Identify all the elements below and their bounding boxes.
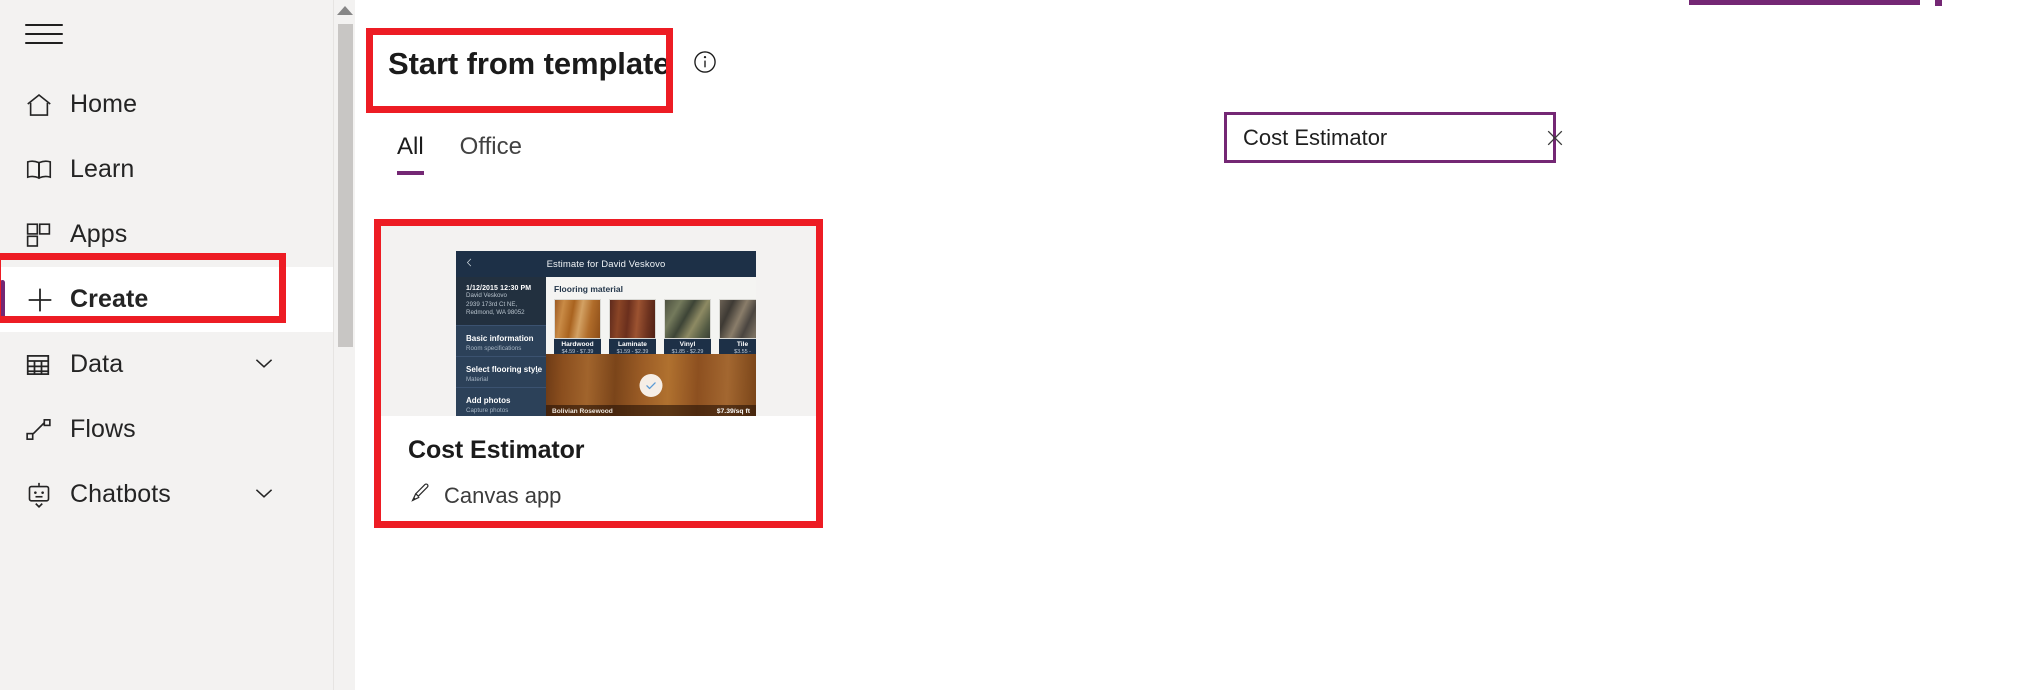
material-swatch: Vinyl $1.85 - $2.29 [664, 299, 711, 359]
sidebar-item-create[interactable]: Create [0, 267, 355, 332]
preview-app-bar-title: Estimate for David Veskovo [546, 258, 666, 270]
top-accent-bar [1689, 0, 1920, 5]
preview-photo-caption: Bolivian Rosewood $7.39/sq ft [546, 405, 756, 416]
pen-brush-icon [408, 481, 432, 510]
template-search-box[interactable] [1224, 112, 1563, 163]
preview-materials-heading: Flooring material [554, 284, 623, 294]
material-name: Hardwood [561, 341, 594, 348]
tab-label: Office [459, 133, 522, 160]
template-card-cost-estimator[interactable]: Estimate for David Veskovo 1/12/2015 12:… [381, 226, 816, 521]
hamburger-menu-icon[interactable] [20, 12, 68, 56]
selected-indicator [0, 279, 5, 320]
app-root: Home Learn Apps Create Data Flows Chatbo… [0, 0, 2025, 690]
preview-customer-details: 1/12/2015 12:30 PM David Veskovo 2939 17… [456, 277, 546, 325]
info-circle-icon[interactable] [692, 49, 718, 80]
template-thumbnail: Estimate for David Veskovo 1/12/2015 12:… [381, 226, 816, 416]
table-icon [24, 345, 70, 385]
preview-section-subtitle: Capture photos [466, 407, 509, 414]
tab-label: All [397, 133, 424, 160]
preview-photo-price: $7.39/sq ft [716, 407, 750, 415]
template-card-subtitle-row: Canvas app [408, 481, 816, 510]
preview-material-swatches: Hardwood $4.59 - $7.39 Laminate $1.59 - … [546, 299, 756, 359]
chevron-right-icon: › [535, 366, 539, 378]
sidebar-item-home[interactable]: Home [0, 72, 355, 137]
hamburger-bar [25, 42, 63, 44]
material-swatch: Tile $3.55 - [719, 299, 756, 359]
hamburger-bar [25, 33, 63, 35]
material-name: Tile [736, 341, 749, 348]
page-title: Start from template [388, 46, 671, 81]
preview-section-basic-information: Basic information Room specifications [456, 325, 546, 356]
chevron-down-icon[interactable] [251, 349, 277, 380]
sidebar-item-label: Apps [70, 220, 128, 248]
sidebar-item-label: Chatbots [70, 480, 171, 508]
sidebar-item-label: Home [70, 90, 138, 118]
material-texture-vinyl [664, 299, 711, 339]
top-accent-marker [1935, 0, 1942, 6]
left-navigation: Home Learn Apps Create Data Flows Chatbo… [0, 0, 355, 690]
sidebar-item-label: Data [70, 350, 124, 378]
preview-selected-photo: Bolivian Rosewood $7.39/sq ft [546, 354, 756, 416]
sidebar-item-apps[interactable]: Apps [0, 202, 355, 267]
preview-address-line2: Redmond, WA 98052 [466, 309, 525, 317]
preview-section-add-photos: Add photos Capture photos [456, 387, 546, 416]
sidebar-item-data[interactable]: Data [0, 332, 355, 397]
material-texture-hardwood [554, 299, 601, 339]
close-icon[interactable] [1543, 115, 1567, 160]
page-title-row: Start from template [388, 46, 718, 82]
search-input[interactable] [1227, 115, 1543, 160]
template-card-title: Cost Estimator [408, 436, 585, 464]
sidebar-item-label: Flows [70, 415, 136, 443]
sidebar-scrollbar[interactable] [333, 0, 355, 690]
template-card-body: Cost Estimator Canvas app [381, 416, 816, 521]
scroll-up-arrow-icon[interactable] [336, 6, 353, 15]
preview-customer-name: David Veskovo [466, 292, 507, 299]
sidebar-item-label: Create [70, 285, 149, 313]
sidebar-item-flows[interactable]: Flows [0, 397, 355, 462]
material-texture-laminate [609, 299, 656, 339]
material-swatch: Hardwood $4.59 - $7.39 [554, 299, 601, 359]
chevron-left-icon [464, 255, 475, 273]
preview-section-subtitle: Material [466, 376, 489, 383]
sidebar-item-chatbots[interactable]: Chatbots [0, 462, 355, 527]
scrollbar-thumb[interactable] [338, 24, 353, 347]
preview-section-subtitle: Room specifications [466, 345, 522, 352]
apps-grid-icon [24, 215, 70, 255]
tab-office[interactable]: Office [442, 125, 540, 175]
check-icon [639, 374, 663, 397]
material-swatch: Laminate $1.59 - $2.39 [609, 299, 656, 359]
tab-all[interactable]: All [379, 125, 442, 175]
preview-app-bar: Estimate for David Veskovo [456, 251, 756, 277]
preview-section-select-flooring-style: Select flooring style Material › [456, 356, 546, 387]
flows-icon [24, 410, 70, 450]
preview-photo-name: Bolivian Rosewood [552, 407, 613, 415]
preview-section-title: Select flooring style [466, 365, 543, 374]
preview-address-line1: 2939 173rd Ct NE, [466, 300, 518, 308]
sidebar-item-learn[interactable]: Learn [0, 137, 355, 202]
material-texture-tile [719, 299, 756, 339]
hamburger-bar [25, 24, 63, 26]
material-name: Laminate [618, 341, 647, 348]
preview-timestamp: 1/12/2015 12:30 PM [466, 285, 532, 292]
chevron-down-icon[interactable] [251, 479, 277, 510]
preview-section-title: Basic information [466, 334, 534, 343]
material-name: Vinyl [679, 341, 696, 348]
sidebar-item-label: Learn [70, 155, 135, 183]
template-category-tabs: All Office [379, 125, 540, 175]
nav-item-list: Home Learn Apps Create Data Flows Chatbo… [0, 72, 355, 527]
home-icon [24, 85, 70, 125]
plus-icon [24, 280, 70, 320]
preview-section-title: Add photos [466, 396, 511, 405]
book-icon [24, 150, 70, 190]
chatbot-icon [24, 475, 70, 515]
app-preview: Estimate for David Veskovo 1/12/2015 12:… [456, 251, 756, 416]
preview-left-panel: 1/12/2015 12:30 PM David Veskovo 2939 17… [456, 277, 546, 416]
main-content: Start from template All Office Cost Esti… [355, 0, 2025, 690]
template-card-subtitle: Canvas app [444, 482, 562, 508]
